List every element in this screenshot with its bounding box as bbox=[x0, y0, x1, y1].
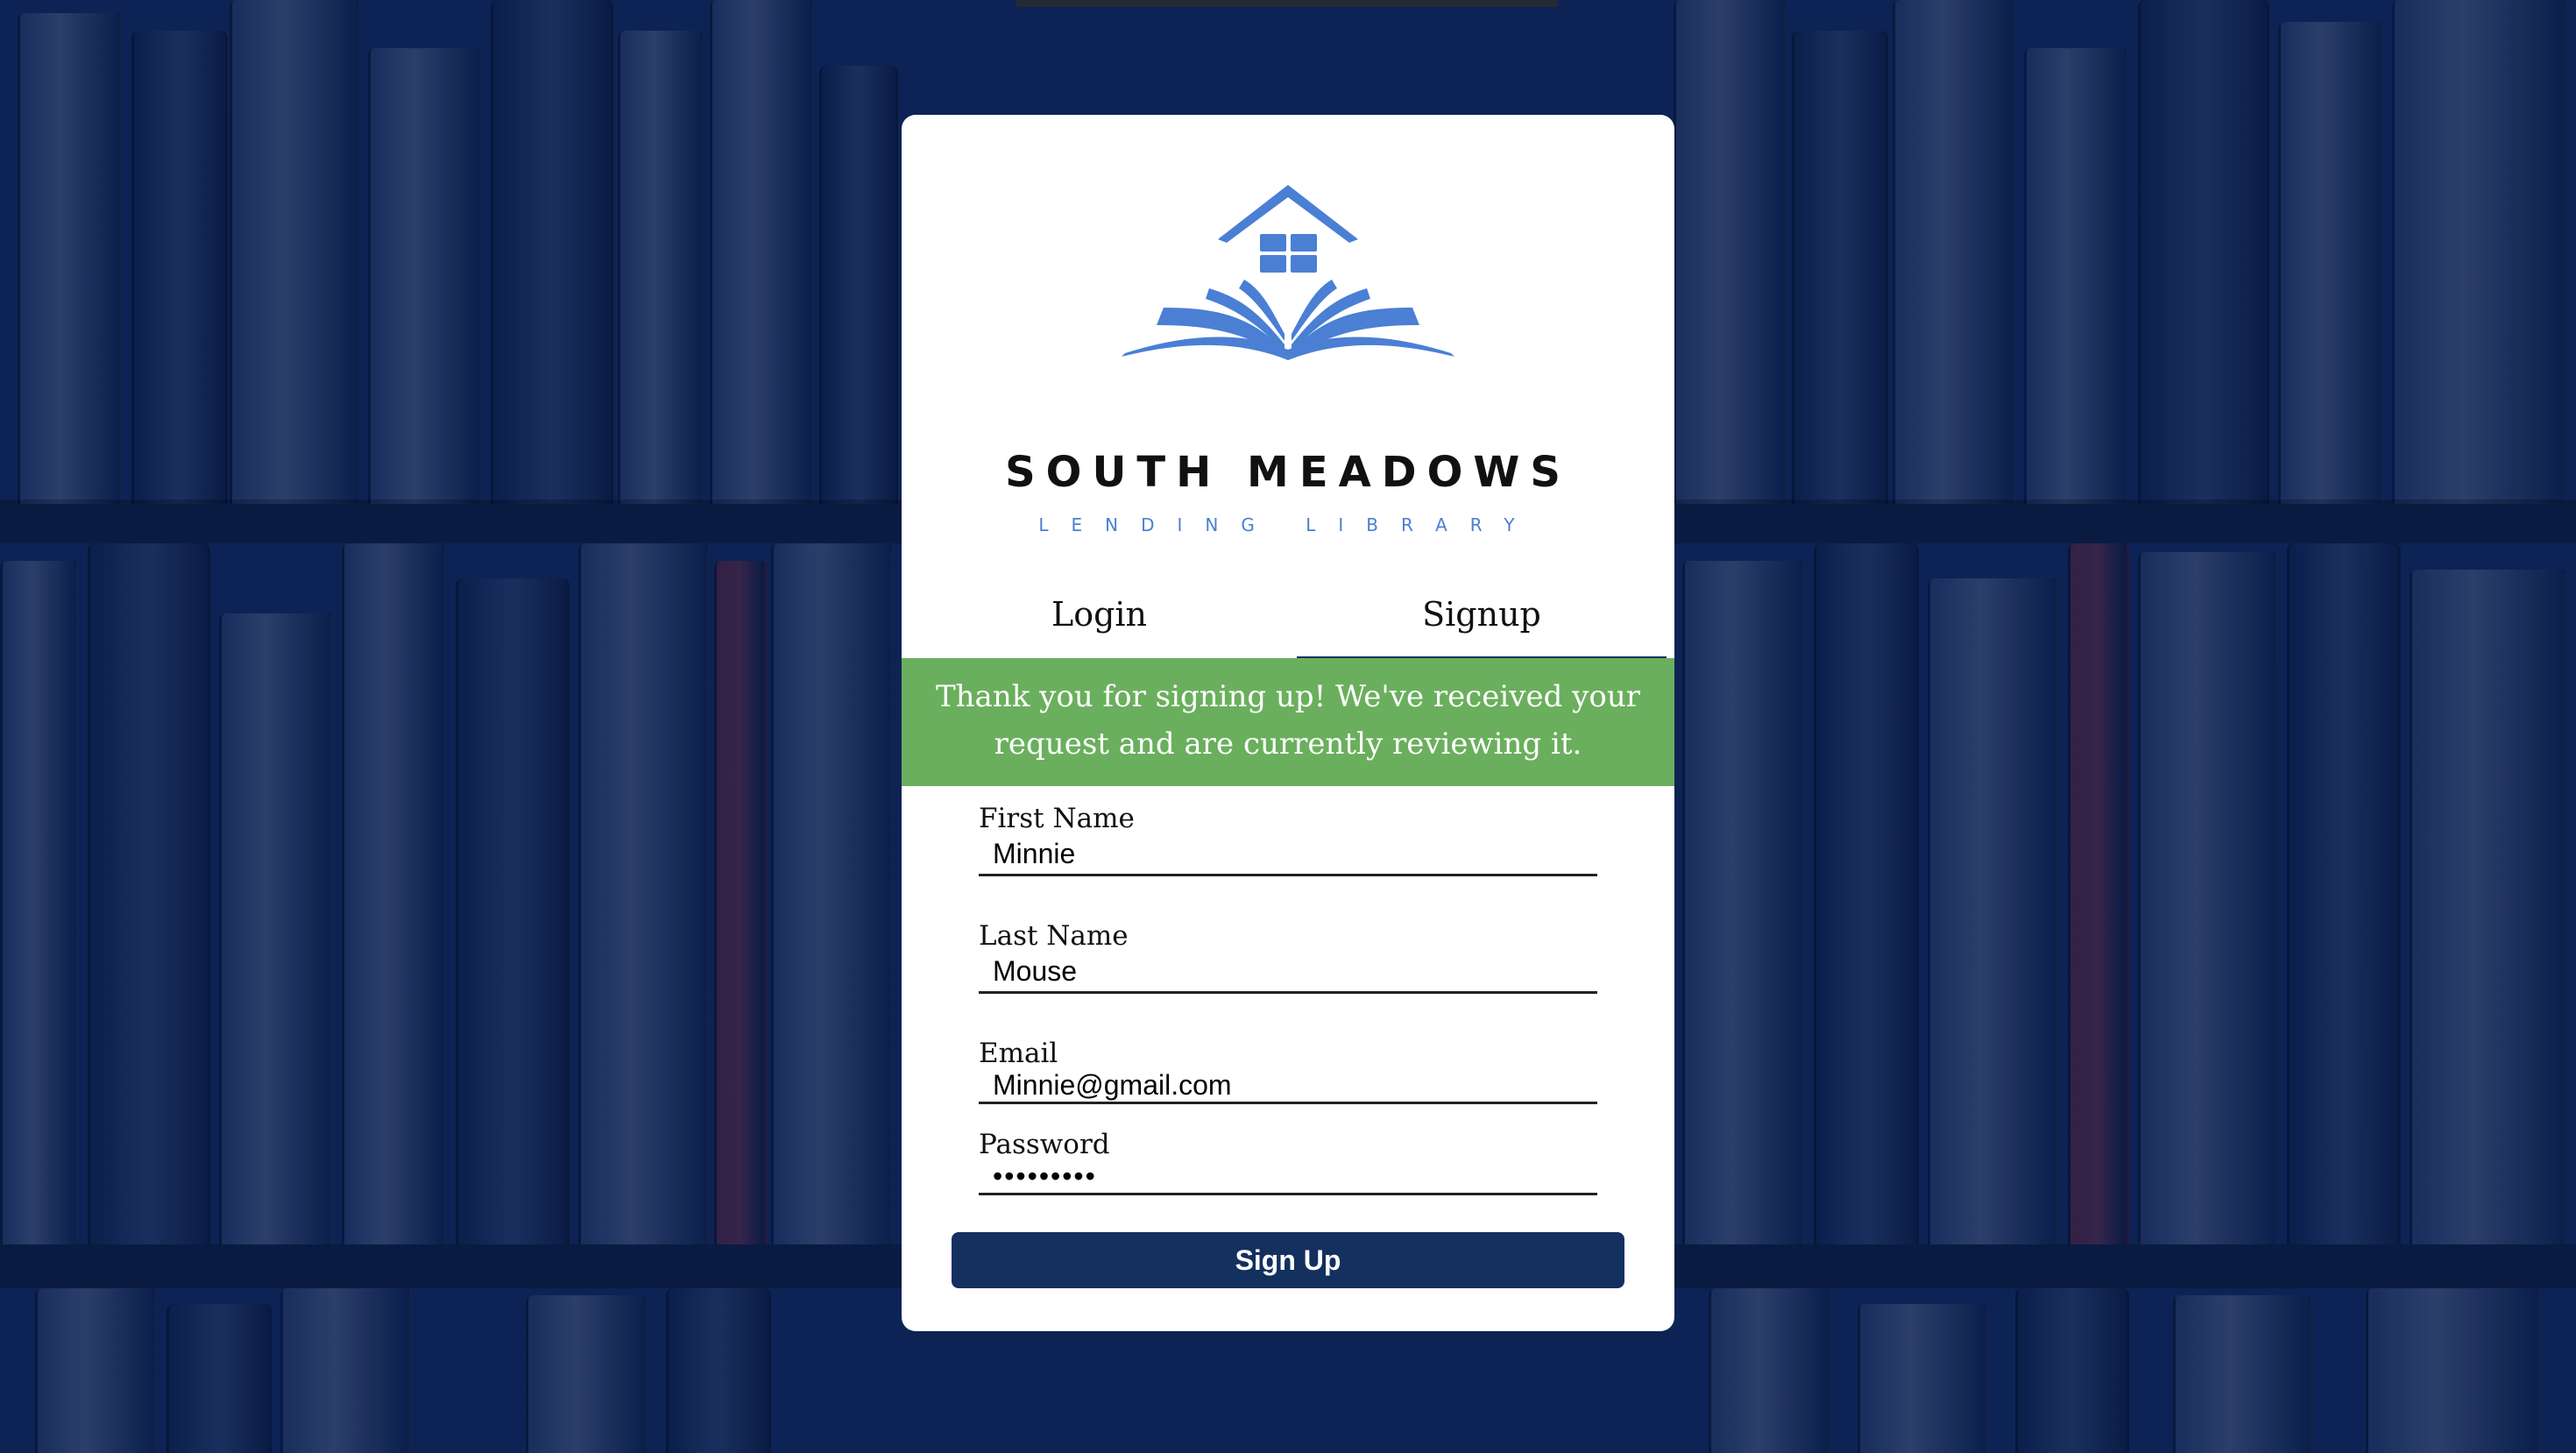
email-field: Email bbox=[979, 1038, 1597, 1104]
brand-logo: SOUTH MEADOWS LENDING LIBRARY bbox=[902, 185, 1674, 588]
first-name-label: First Name bbox=[979, 803, 1135, 834]
email-input[interactable] bbox=[979, 1069, 1597, 1104]
password-input[interactable] bbox=[979, 1160, 1597, 1195]
email-label: Email bbox=[979, 1038, 1058, 1069]
last-name-field: Last Name bbox=[979, 920, 1597, 994]
last-name-input[interactable] bbox=[979, 952, 1597, 994]
first-name-field: First Name bbox=[979, 803, 1597, 876]
signup-card: SOUTH MEADOWS LENDING LIBRARY Login Sign… bbox=[902, 115, 1674, 1331]
auth-tabs: Login Signup bbox=[902, 553, 1674, 663]
password-field: Password bbox=[979, 1129, 1597, 1195]
password-label: Password bbox=[979, 1129, 1110, 1160]
sign-up-button[interactable]: Sign Up bbox=[952, 1232, 1624, 1288]
brand-subtitle: LENDING LIBRARY bbox=[1038, 514, 1538, 535]
brand-title: SOUTH MEADOWS bbox=[1005, 448, 1571, 497]
tab-login[interactable]: Login bbox=[902, 553, 1297, 663]
house-book-logo-icon bbox=[1122, 185, 1454, 360]
last-name-label: Last Name bbox=[979, 920, 1129, 952]
first-name-input[interactable] bbox=[979, 834, 1597, 876]
tab-signup[interactable]: Signup bbox=[1297, 553, 1667, 663]
success-banner: Thank you for signing up! We've received… bbox=[902, 658, 1674, 786]
